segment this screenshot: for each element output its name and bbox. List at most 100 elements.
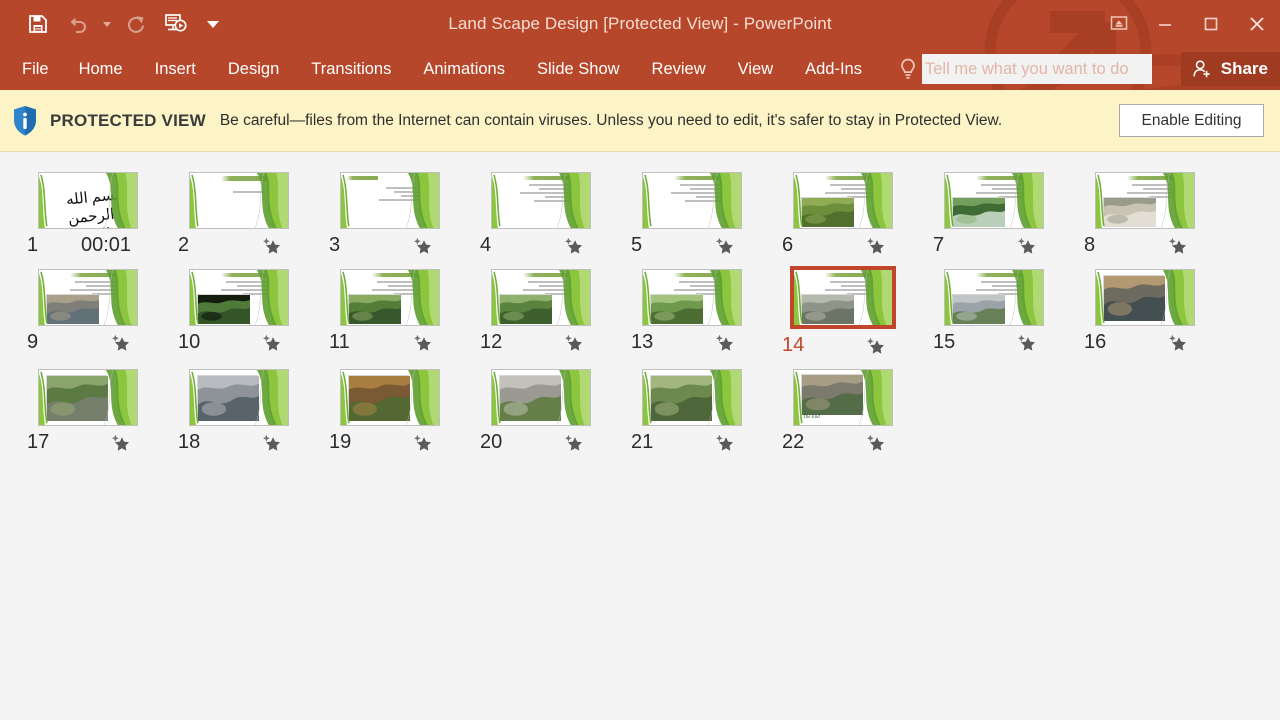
animation-star-icon[interactable]	[1167, 332, 1187, 352]
slide-thumbnail-10[interactable]: 10	[173, 269, 324, 357]
maximize-icon[interactable]	[1188, 1, 1234, 47]
slide-thumbnail-image[interactable]	[642, 269, 742, 326]
slide-thumbnail-image[interactable]: The End	[793, 369, 893, 426]
slide-thumbnail-16[interactable]: 16	[1079, 269, 1230, 357]
slide-thumbnail-14[interactable]: 14	[777, 266, 928, 357]
tell-me-input[interactable]: Tell me what you want to do	[922, 54, 1152, 84]
animation-star-icon[interactable]	[1016, 235, 1036, 255]
slide-number: 18	[178, 430, 201, 453]
slide-thumbnail-9[interactable]: 9	[22, 269, 173, 357]
slide-thumbnail-image[interactable]	[793, 172, 893, 229]
animation-star-icon[interactable]	[412, 432, 432, 452]
slide-thumbnail-image[interactable]	[491, 369, 591, 426]
slide-thumbnail-1[interactable]: بسم الله الرحمن الرحيم 1 00:01	[22, 172, 173, 257]
ribbon-tabs[interactable]: File Home Insert Design Transitions Anim…	[0, 48, 878, 90]
lightbulb-icon	[898, 57, 918, 81]
animation-star-icon[interactable]	[865, 335, 885, 355]
slide-sorter-view[interactable]: بسم الله الرحمن الرحيم 1 00:01 2 3 4 5	[0, 152, 1280, 720]
tab-design[interactable]: Design	[212, 48, 295, 90]
slide-thumbnail-22[interactable]: The End 22	[777, 369, 928, 454]
close-icon[interactable]	[1234, 1, 1280, 47]
slide-thumbnail-image[interactable]	[491, 172, 591, 229]
animation-star-icon[interactable]	[714, 432, 734, 452]
tab-view[interactable]: View	[722, 48, 789, 90]
slide-meta: 1 00:01	[22, 233, 173, 257]
slide-number: 9	[27, 330, 39, 353]
slide-thumbnail-12[interactable]: 12	[475, 269, 626, 357]
animation-star-icon[interactable]	[1167, 235, 1187, 255]
slide-thumbnail-image[interactable]	[189, 369, 289, 426]
animation-star-icon[interactable]	[1016, 332, 1036, 352]
slide-thumbnail-20[interactable]: 20	[475, 369, 626, 454]
slide-thumbnail-image[interactable]	[944, 172, 1044, 229]
ribbon-display-options-icon[interactable]	[1096, 1, 1142, 47]
tell-me-container[interactable]: Tell me what you want to do	[898, 54, 1152, 84]
slide-meta: 21	[626, 430, 777, 454]
slide-thumbnail-image[interactable]	[944, 269, 1044, 326]
animation-star-icon[interactable]	[865, 235, 885, 255]
slide-thumbnail-image[interactable]	[1095, 172, 1195, 229]
slide-meta: 10	[173, 330, 324, 354]
animation-star-icon[interactable]	[714, 235, 734, 255]
share-button[interactable]: Share	[1180, 52, 1280, 86]
slide-thumbnail-image[interactable]	[340, 269, 440, 326]
slide-thumbnail-image[interactable]	[1095, 269, 1195, 326]
slide-thumbnail-image[interactable]: بسم الله الرحمن الرحيم	[38, 172, 138, 229]
slide-thumbnail-image[interactable]	[491, 269, 591, 326]
slide-thumbnail-21[interactable]: 21	[626, 369, 777, 454]
slide-thumbnail-image[interactable]	[38, 269, 138, 326]
tab-insert[interactable]: Insert	[139, 48, 212, 90]
slide-number: 4	[480, 233, 492, 256]
slide-thumbnail-8[interactable]: 8	[1079, 172, 1230, 257]
animation-star-icon[interactable]	[110, 332, 130, 352]
slide-thumbnail-7[interactable]: 7	[928, 172, 1079, 257]
animation-star-icon[interactable]	[261, 332, 281, 352]
slide-thumbnail-image[interactable]	[340, 369, 440, 426]
animation-star-icon[interactable]	[563, 332, 583, 352]
slide-number: 6	[782, 233, 794, 256]
tab-add-ins[interactable]: Add-Ins	[789, 48, 878, 90]
slide-thumbnail-image[interactable]	[189, 172, 289, 229]
slide-number: 7	[933, 233, 945, 256]
slide-thumbnail-2[interactable]: 2	[173, 172, 324, 257]
animation-star-icon[interactable]	[110, 432, 130, 452]
window-controls[interactable]	[1096, 0, 1280, 48]
slide-meta: 4	[475, 233, 626, 257]
slide-thumbnail-5[interactable]: 5	[626, 172, 777, 257]
slide-thumbnail-3[interactable]: 3	[324, 172, 475, 257]
slide-thumbnail-image[interactable]	[790, 266, 896, 329]
slide-thumbnail-18[interactable]: 18	[173, 369, 324, 454]
slide-thumbnail-6[interactable]: 6	[777, 172, 928, 257]
slide-thumbnail-13[interactable]: 13	[626, 269, 777, 357]
slide-thumbnail-image[interactable]	[38, 369, 138, 426]
tab-home[interactable]: Home	[63, 48, 139, 90]
slide-thumbnail-19[interactable]: 19	[324, 369, 475, 454]
tell-me-placeholder: Tell me what you want to do	[925, 59, 1129, 78]
tab-transitions[interactable]: Transitions	[295, 48, 407, 90]
tab-review[interactable]: Review	[636, 48, 722, 90]
slide-thumbnail-image[interactable]	[189, 269, 289, 326]
slide-number: 11	[329, 330, 350, 353]
animation-star-icon[interactable]	[412, 235, 432, 255]
enable-editing-button[interactable]: Enable Editing	[1119, 104, 1264, 137]
slide-thumbnail-image[interactable]	[642, 369, 742, 426]
tab-animations[interactable]: Animations	[407, 48, 521, 90]
slide-thumbnail-17[interactable]: 17	[22, 369, 173, 454]
slide-thumbnail-4[interactable]: 4	[475, 172, 626, 257]
animation-star-icon[interactable]	[865, 432, 885, 452]
animation-star-icon[interactable]	[714, 332, 734, 352]
tab-slide-show[interactable]: Slide Show	[521, 48, 636, 90]
tab-file[interactable]: File	[0, 48, 63, 90]
animation-star-icon[interactable]	[261, 432, 281, 452]
animation-star-icon[interactable]	[563, 432, 583, 452]
animation-star-icon[interactable]	[412, 332, 432, 352]
slide-thumbnail-image[interactable]	[340, 172, 440, 229]
slide-thumbnail-15[interactable]: 15	[928, 269, 1079, 357]
animation-star-icon[interactable]	[261, 235, 281, 255]
slide-meta: 22	[777, 430, 928, 454]
minimize-icon[interactable]	[1142, 1, 1188, 47]
slide-meta: 11	[324, 330, 475, 354]
slide-thumbnail-image[interactable]	[642, 172, 742, 229]
animation-star-icon[interactable]	[563, 235, 583, 255]
slide-thumbnail-11[interactable]: 11	[324, 269, 475, 357]
